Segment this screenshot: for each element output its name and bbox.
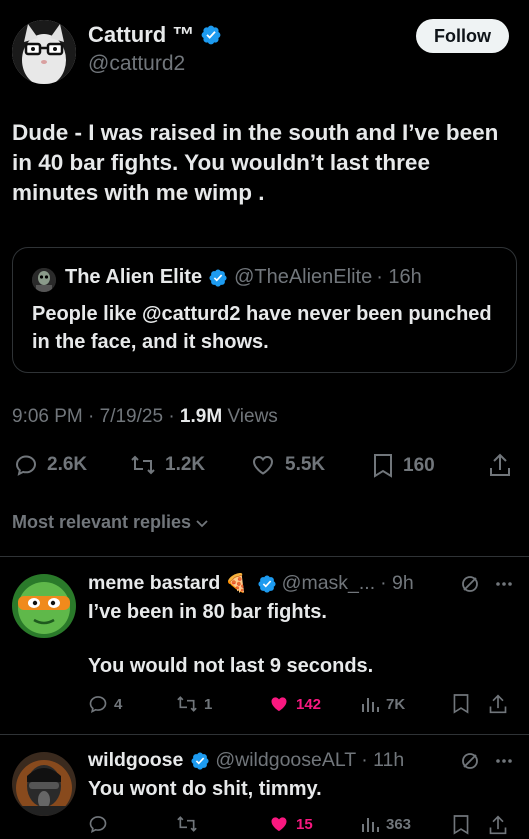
pizza-emoji: 🍕: [225, 573, 248, 594]
views-count: 1.9M: [179, 406, 223, 427]
verified-badge-icon: [200, 24, 222, 46]
share-icon: [488, 452, 512, 478]
quote-header: The Alien Elite @TheAlienElite · 16h: [65, 266, 422, 289]
views-label: Views: [222, 406, 278, 427]
quote-avatar[interactable]: [32, 268, 56, 292]
share-icon: [488, 693, 508, 715]
tweet-action-bar: 2.6K 1.2K 5.5K 160: [0, 449, 529, 483]
share-button[interactable]: [488, 814, 508, 836]
reply-button[interactable]: 2.6K: [14, 453, 87, 477]
reply-text-line-1: You wont do shit, timmy.: [88, 778, 322, 800]
reply-action-bar: 15 363: [0, 814, 529, 839]
like-button[interactable]: 15: [268, 814, 313, 834]
tweet-meta: 9:06 PM · 7/19/25 · 1.9M Views: [12, 406, 278, 428]
quote-author-name[interactable]: The Alien Elite: [65, 266, 202, 289]
analytics-icon: [360, 694, 380, 714]
tweet-timestamp[interactable]: 9:06 PM · 7/19/25 ·: [12, 406, 180, 427]
like-button[interactable]: 142: [268, 694, 321, 714]
repost-count: 1: [204, 695, 213, 713]
like-count: 5.5K: [285, 454, 326, 475]
divider: [0, 556, 529, 557]
grok-icon[interactable]: [460, 751, 480, 771]
share-button[interactable]: [488, 452, 512, 478]
reply-header: meme bastard 🍕 @mask_... · 9h: [88, 572, 414, 595]
bookmark-button[interactable]: [452, 693, 470, 715]
bookmark-button[interactable]: [452, 814, 470, 836]
views-count: 7K: [386, 695, 406, 713]
reply-timestamp[interactable]: · 11h: [361, 749, 404, 772]
reply-text-line-1: I’ve been in 80 bar fights.: [88, 601, 327, 623]
heart-icon: [250, 453, 276, 477]
repost-count: 1.2K: [165, 454, 206, 475]
share-icon: [488, 814, 508, 836]
repost-icon: [130, 453, 156, 477]
like-count: 142: [296, 695, 322, 713]
bookmark-count: 160: [403, 455, 435, 476]
more-options-icon[interactable]: [494, 574, 514, 594]
reply-count: 2.6K: [47, 454, 88, 475]
divider: [0, 734, 529, 735]
views-count: 363: [386, 815, 412, 833]
grok-icon[interactable]: [460, 574, 480, 594]
bookmark-button[interactable]: 160: [372, 453, 435, 479]
verified-badge-icon: [257, 574, 277, 594]
reply-avatar[interactable]: [12, 574, 76, 638]
reply-text-line-2: You would not last 9 seconds.: [88, 655, 374, 677]
author-avatar[interactable]: [12, 20, 76, 84]
heart-filled-icon: [268, 694, 290, 714]
views-button[interactable]: 7K: [360, 694, 405, 714]
share-button[interactable]: [488, 693, 508, 715]
quote-timestamp[interactable]: · 16h: [376, 266, 422, 289]
reply-author-name[interactable]: wildgoose: [88, 749, 183, 772]
reply-author-handle[interactable]: @wildgooseALT: [215, 749, 356, 772]
reply-author-handle[interactable]: @mask_...: [282, 572, 375, 595]
views-button[interactable]: 363: [360, 814, 411, 834]
author-name-row[interactable]: Catturd ™: [88, 22, 222, 48]
chevron-down-icon: [195, 516, 209, 530]
heart-filled-icon: [268, 814, 290, 834]
bookmark-icon: [452, 693, 470, 715]
reply-avatar[interactable]: [12, 752, 76, 816]
repost-icon: [176, 694, 198, 714]
reply-count: 4: [114, 695, 123, 713]
follow-button[interactable]: Follow: [416, 19, 509, 53]
author-name[interactable]: Catturd ™: [88, 22, 194, 48]
bookmark-icon: [372, 453, 394, 479]
verified-badge-icon: [190, 751, 210, 771]
reply-author-name[interactable]: meme bastard: [88, 572, 220, 595]
quote-text: People like @catturd2 have never been pu…: [32, 303, 492, 353]
bookmark-icon: [452, 814, 470, 836]
more-options-icon[interactable]: [494, 751, 514, 771]
quoted-tweet[interactable]: The Alien Elite @TheAlienElite · 16h Peo…: [12, 247, 517, 373]
reply-icon: [88, 814, 108, 834]
repost-button[interactable]: [176, 814, 204, 834]
verified-badge-icon: [208, 268, 228, 288]
sort-label: Most relevant replies: [12, 512, 192, 532]
reply-button[interactable]: [88, 814, 114, 834]
repost-icon: [176, 814, 198, 834]
like-button[interactable]: 5.5K: [250, 453, 325, 477]
author-handle[interactable]: @catturd2: [88, 52, 185, 76]
analytics-icon: [360, 814, 380, 834]
reply-timestamp[interactable]: · 9h: [380, 572, 414, 595]
reply-icon: [14, 453, 38, 477]
tweet-text: Dude - I was raised in the south and I’v…: [12, 120, 499, 205]
quote-author-handle[interactable]: @TheAlienElite: [234, 266, 372, 289]
like-count: 15: [296, 815, 313, 833]
repost-button[interactable]: 1.2K: [130, 453, 205, 477]
reply-icon: [88, 694, 108, 714]
repost-button[interactable]: 1: [176, 694, 212, 714]
reply-button[interactable]: 4: [88, 694, 122, 714]
reply-action-bar: 4 1 142 7K: [0, 692, 529, 718]
reply-header: wildgoose @wildgooseALT · 11h: [88, 749, 404, 772]
replies-sort-dropdown[interactable]: Most relevant replies: [12, 512, 209, 533]
